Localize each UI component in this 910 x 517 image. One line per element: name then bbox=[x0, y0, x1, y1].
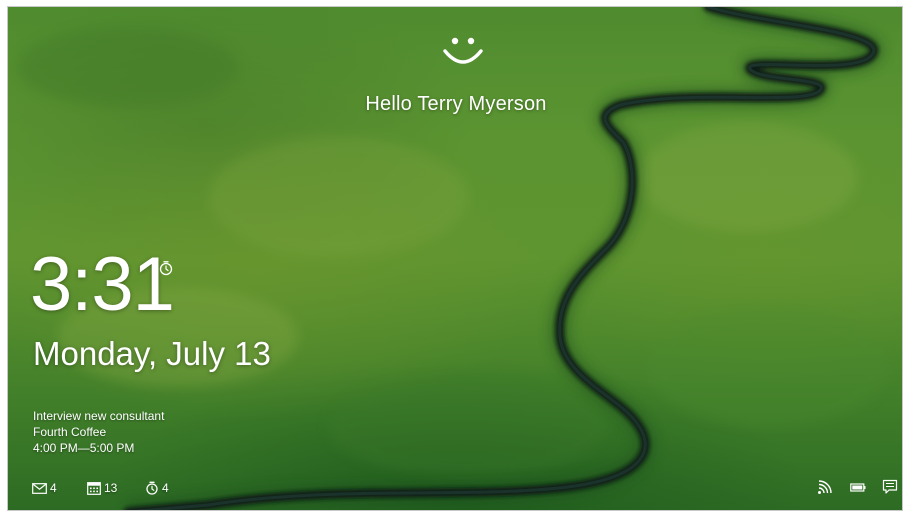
appointment-location: Fourth Coffee bbox=[33, 425, 107, 439]
calendar-appointment[interactable]: Interview new consultant Fourth Coffee 4… bbox=[33, 408, 164, 456]
alarm-badge[interactable]: 4 bbox=[145, 480, 169, 496]
appointment-title: Interview new consultant bbox=[33, 409, 165, 423]
alarm-clock-icon bbox=[159, 261, 173, 276]
calendar-badge[interactable]: 13 bbox=[87, 480, 117, 496]
date-text: Monday, July 13 bbox=[33, 335, 271, 372]
alarm-count: 4 bbox=[162, 481, 169, 495]
greeting-text: Hello Terry Myerson bbox=[365, 93, 547, 115]
clock-time: 3:31 bbox=[30, 242, 175, 327]
lock-screen[interactable]: Hello Terry Myerson 3:31 Monday, July 13… bbox=[7, 6, 903, 511]
calendar-count: 13 bbox=[104, 481, 118, 495]
appointment-time: 4:00 PM—5:00 PM bbox=[33, 441, 135, 455]
battery-icon[interactable] bbox=[850, 479, 866, 495]
mail-count: 4 bbox=[50, 481, 57, 495]
notification-center-icon[interactable] bbox=[882, 479, 898, 495]
wifi-icon[interactable] bbox=[817, 479, 833, 495]
alarm-icon bbox=[146, 481, 158, 495]
mail-badge[interactable]: 4 bbox=[32, 480, 57, 496]
calendar-icon bbox=[87, 481, 101, 495]
smiley-face-icon bbox=[443, 37, 483, 64]
mail-icon bbox=[32, 482, 47, 494]
